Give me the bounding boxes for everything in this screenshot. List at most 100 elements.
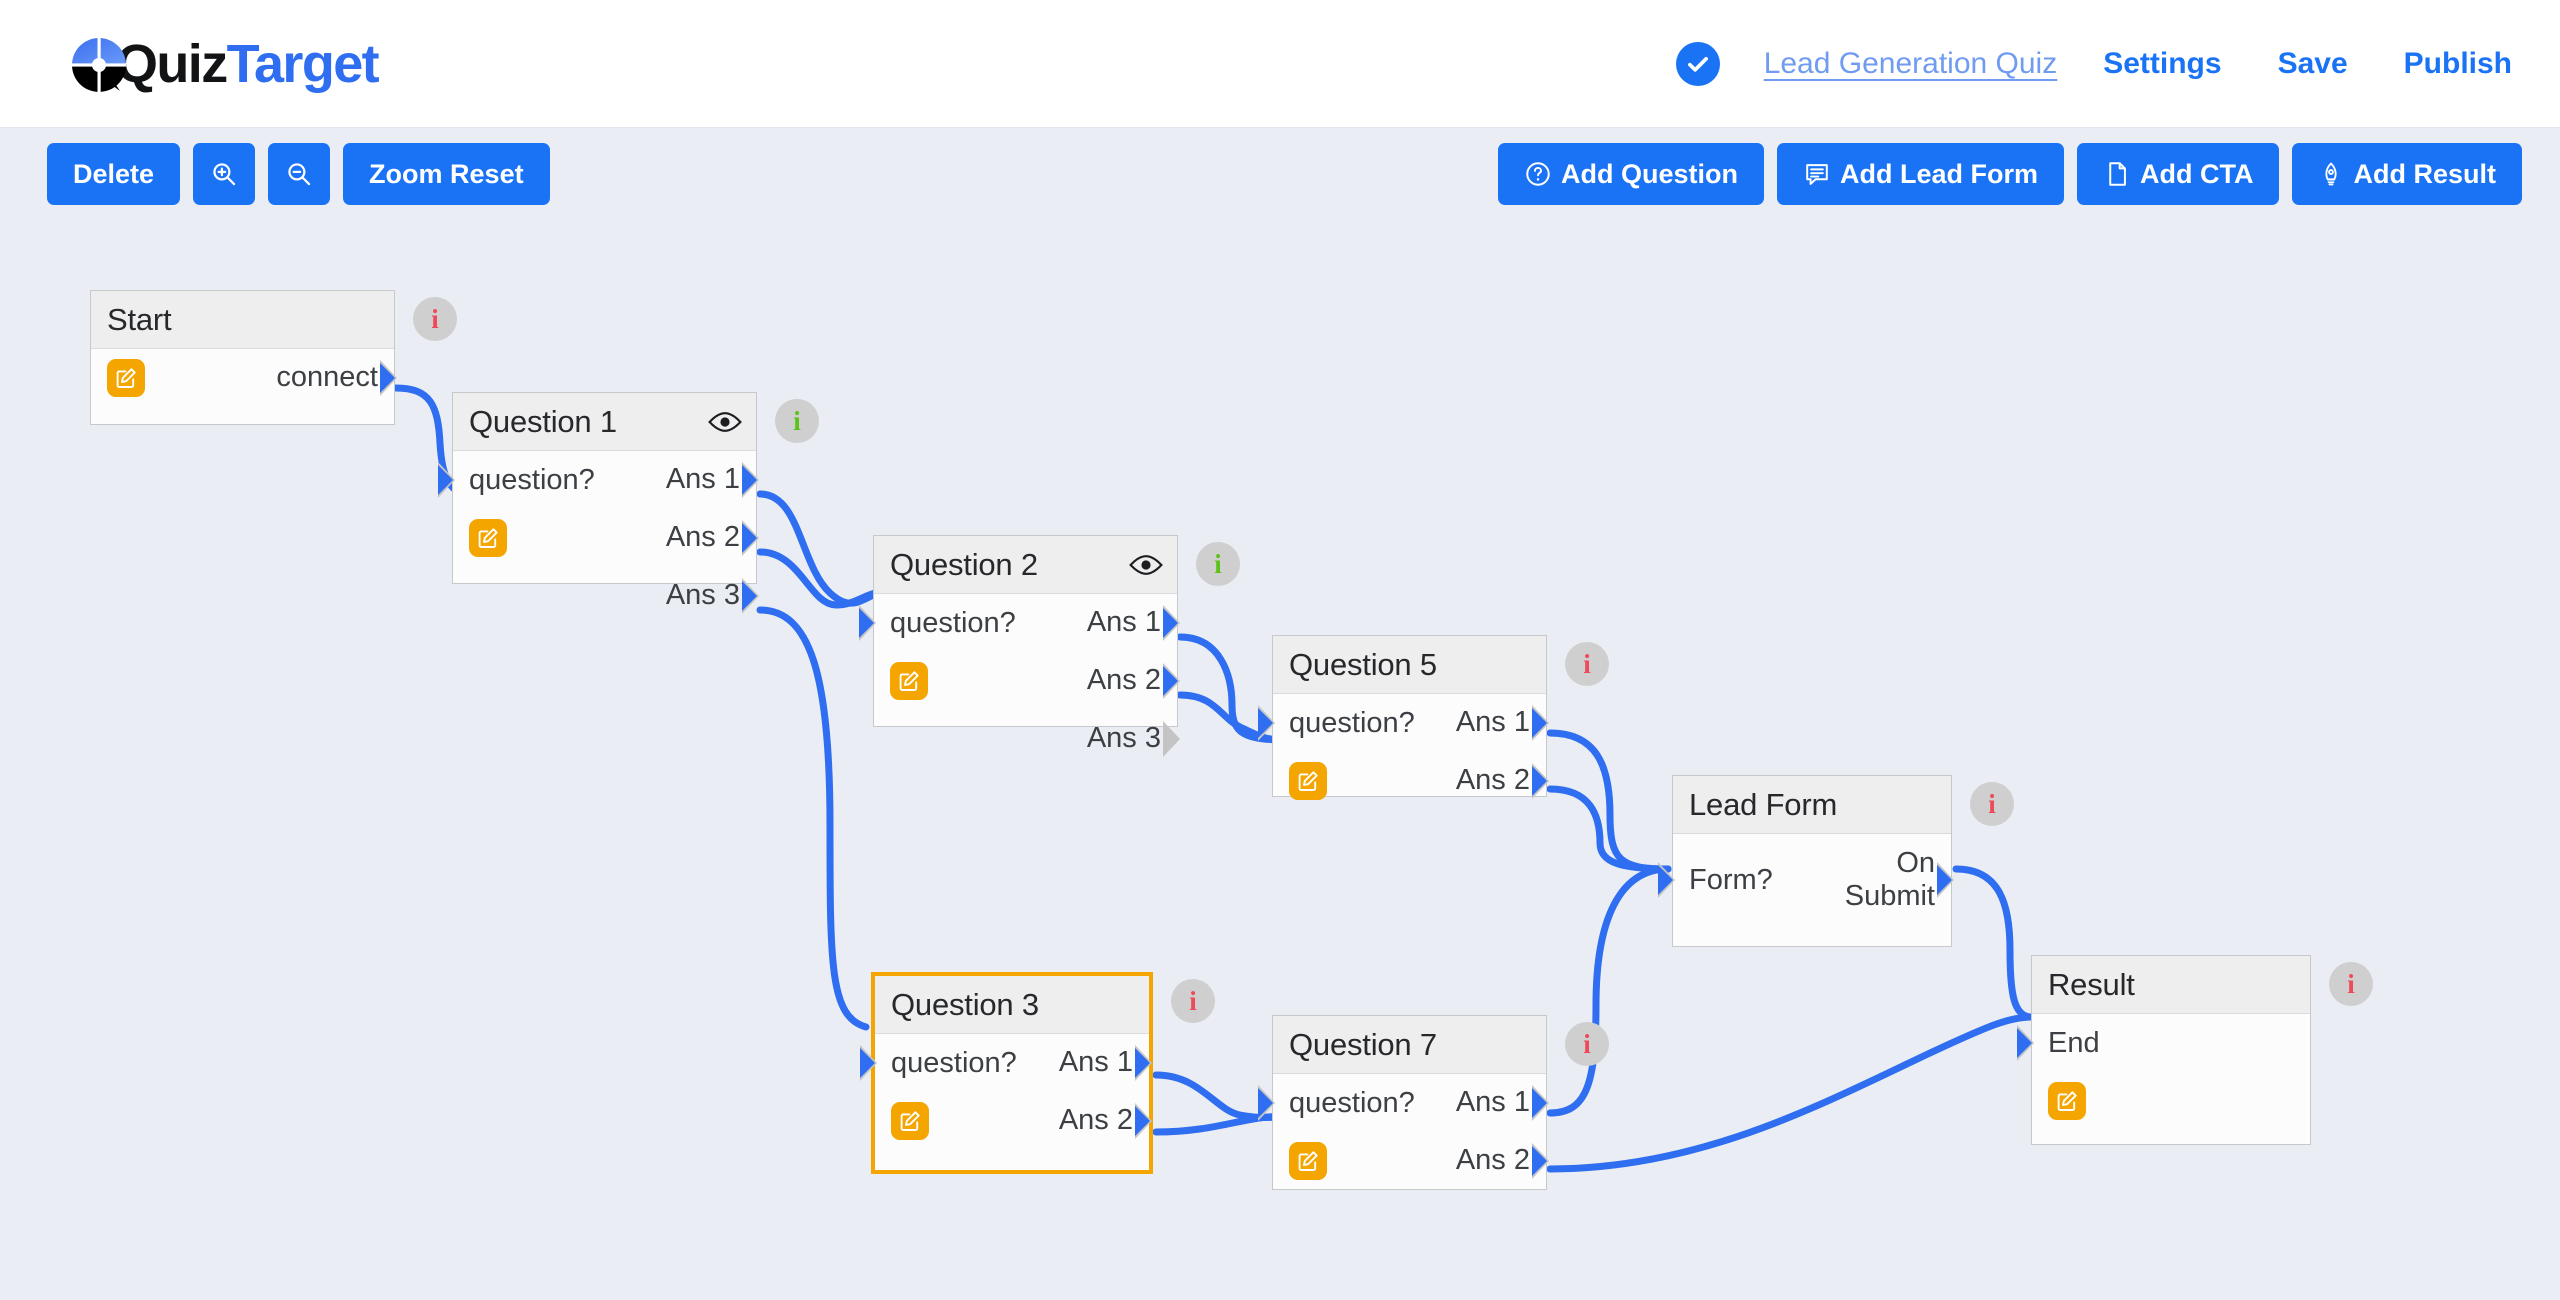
- node-row: connect: [91, 349, 397, 407]
- node-row: Ans 2: [453, 509, 759, 567]
- edge[interactable]: [756, 606, 870, 1031]
- settings-link[interactable]: Settings: [2103, 47, 2221, 81]
- edit-node-icon[interactable]: [1289, 1142, 1327, 1180]
- node-row: question? Ans 1: [1273, 1074, 1549, 1132]
- flow-node-result[interactable]: Result End: [2017, 955, 2311, 1145]
- output-port[interactable]: [1163, 721, 1193, 757]
- input-port[interactable]: [1258, 1085, 1288, 1121]
- info-badge[interactable]: i: [1970, 782, 2014, 826]
- info-badge[interactable]: i: [1565, 642, 1609, 686]
- flow-node-q3[interactable]: Question 3 question? Ans 1 Ans 2: [860, 972, 1153, 1174]
- canvas-toolbar-left: Delete Zoom Reset: [47, 143, 550, 205]
- node-row: question? Ans 1: [1273, 694, 1549, 752]
- zoom-reset-button[interactable]: Zoom Reset: [343, 143, 550, 205]
- zoom-out-button[interactable]: [268, 143, 331, 205]
- app-logo[interactable]: QuizTarget: [68, 28, 380, 100]
- header-nav: Lead Generation Quiz Settings Save Publi…: [1675, 0, 2512, 128]
- delete-button[interactable]: Delete: [47, 143, 181, 205]
- info-badge[interactable]: i: [413, 297, 457, 341]
- flow-node-q5[interactable]: Question 5 question? Ans 1 Ans 2: [1258, 635, 1549, 800]
- info-badge[interactable]: i: [1196, 542, 1240, 586]
- node-header[interactable]: Question 7: [1273, 1016, 1546, 1074]
- node-prompt-label: question?: [891, 1046, 1017, 1079]
- node-row: question? Ans 1: [453, 451, 759, 509]
- check-circle-icon[interactable]: [1675, 42, 1720, 86]
- edge[interactable]: [756, 548, 894, 609]
- node-header[interactable]: Question 3: [875, 976, 1149, 1034]
- output-port[interactable]: [742, 578, 772, 614]
- edit-node-icon[interactable]: [2048, 1082, 2086, 1120]
- output-port[interactable]: [1532, 705, 1562, 741]
- node-header[interactable]: Start: [91, 291, 394, 349]
- node-port-label: Ans 1: [1058, 1046, 1133, 1079]
- info-badge[interactable]: i: [2329, 962, 2373, 1006]
- input-port[interactable]: [860, 1045, 890, 1081]
- node-port-label: Ans 2: [665, 521, 740, 554]
- flow-node-q7[interactable]: Question 7 question? Ans 1 Ans 2: [1258, 1015, 1549, 1190]
- node-port-label: Ans 1: [1455, 1086, 1530, 1119]
- node-prompt-label: question?: [1289, 1086, 1415, 1119]
- rocket-icon: [2318, 160, 2344, 188]
- input-port[interactable]: [1658, 862, 1688, 898]
- output-port[interactable]: [1937, 862, 1967, 898]
- node-header[interactable]: Question 1: [453, 393, 756, 451]
- output-port[interactable]: [380, 360, 410, 396]
- save-link[interactable]: Save: [2278, 47, 2348, 81]
- node-port-label: Ans 1: [665, 463, 740, 496]
- output-port[interactable]: [1135, 1103, 1165, 1139]
- canvas-toolbar-right: Add Question Add Lead Form Add CTA Add R…: [1497, 143, 2522, 205]
- input-port[interactable]: [859, 605, 889, 641]
- info-badge[interactable]: i: [775, 399, 819, 443]
- node-row: Ans 2: [874, 652, 1180, 710]
- node-port-label: Ans 1: [1086, 606, 1161, 639]
- output-port[interactable]: [1163, 605, 1193, 641]
- input-port[interactable]: [1258, 705, 1288, 741]
- output-port[interactable]: [1532, 1085, 1562, 1121]
- node-title: Question 3: [891, 986, 1039, 1022]
- input-port[interactable]: [438, 462, 468, 498]
- output-port[interactable]: [1532, 763, 1562, 799]
- output-port[interactable]: [1532, 1143, 1562, 1179]
- node-header[interactable]: Question 5: [1273, 636, 1546, 694]
- edit-node-icon[interactable]: [891, 1102, 929, 1140]
- eye-icon[interactable]: [708, 410, 742, 434]
- edit-node-icon[interactable]: [1289, 762, 1327, 800]
- edge[interactable]: [1546, 729, 1672, 873]
- quiz-name-link[interactable]: Lead Generation Quiz: [1764, 47, 2058, 81]
- input-port[interactable]: [2017, 1025, 2047, 1061]
- flow-node-q2[interactable]: Question 2 question? Ans 1 Ans 2 Ans 3: [859, 535, 1180, 757]
- node-header[interactable]: Question 2: [874, 536, 1177, 594]
- edit-node-icon[interactable]: [469, 519, 507, 557]
- info-badge[interactable]: i: [1565, 1022, 1609, 1066]
- flow-canvas[interactable]: Start connect i Question 1 question? Ans 1 Ans…: [0, 205, 2560, 1300]
- output-port[interactable]: [1163, 663, 1193, 699]
- eye-icon[interactable]: [1129, 553, 1163, 577]
- node-prompt-label: question?: [890, 606, 1016, 639]
- output-port[interactable]: [742, 520, 772, 556]
- flow-node-start[interactable]: Start connect: [90, 290, 397, 425]
- add-result-button[interactable]: Add Result: [2292, 143, 2522, 205]
- node-header[interactable]: Lead Form: [1673, 776, 1951, 834]
- node-body: question? Ans 1 Ans 2: [1273, 1074, 1549, 1190]
- edge[interactable]: [1952, 865, 2036, 1021]
- flow-node-q1[interactable]: Question 1 question? Ans 1 Ans 2 Ans 3: [438, 392, 759, 614]
- add-lead-form-button[interactable]: Add Lead Form: [1776, 143, 2064, 205]
- edge[interactable]: [1546, 865, 1672, 1117]
- publish-link[interactable]: Publish: [2404, 47, 2512, 81]
- output-port[interactable]: [1135, 1045, 1165, 1081]
- add-cta-button[interactable]: Add CTA: [2077, 143, 2280, 205]
- add-question-button[interactable]: Add Question: [1497, 143, 1764, 205]
- flow-node-leadform[interactable]: Lead Form Form? On Submit: [1658, 775, 1954, 947]
- node-body: question? Ans 1 Ans 2 Ans 3: [874, 594, 1180, 768]
- output-port[interactable]: [742, 462, 772, 498]
- node-row: Ans 2: [1273, 1132, 1549, 1190]
- edge[interactable]: [1546, 1013, 2036, 1173]
- zoom-in-button[interactable]: [193, 143, 256, 205]
- edge[interactable]: [756, 490, 894, 607]
- info-badge[interactable]: i: [1171, 979, 1215, 1023]
- edit-node-icon[interactable]: [890, 662, 928, 700]
- node-body: Form? On Submit: [1673, 834, 1954, 926]
- edit-node-icon[interactable]: [107, 359, 145, 397]
- node-body: question? Ans 1 Ans 2 Ans 3: [453, 451, 759, 625]
- node-header[interactable]: Result: [2032, 956, 2310, 1014]
